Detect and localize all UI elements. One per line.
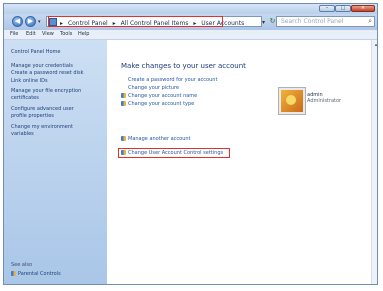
menu-view[interactable]: View — [42, 30, 54, 39]
title-bar: – □ × — [4, 4, 377, 14]
menu-edit[interactable]: Edit — [26, 30, 36, 39]
parental-controls-label: Parental Controls — [18, 271, 61, 277]
minimize-button[interactable]: – — [319, 5, 335, 12]
menu-file[interactable]: File — [10, 30, 18, 39]
task-manage-another-account[interactable]: Manage another account — [121, 136, 191, 142]
scroll-up-icon[interactable]: ▴ — [372, 42, 377, 48]
sidebar-item-file-encryption-line2[interactable]: certificates — [11, 95, 39, 101]
maximize-button[interactable]: □ — [335, 5, 351, 12]
task-label: Change your account name — [128, 93, 198, 99]
forward-button[interactable]: ▶ — [25, 16, 36, 27]
flower-picture-icon — [286, 95, 296, 105]
sidebar-item-file-encryption[interactable]: Manage your file encryption — [11, 88, 81, 94]
sidebar-item-online-ids[interactable]: Link online IDs — [11, 78, 48, 84]
sidebar-item-parental-controls[interactable]: Parental Controls — [11, 271, 61, 277]
see-also-heading: See also — [11, 262, 33, 268]
avatar — [279, 88, 305, 114]
navigation-bar: ◀ ▶ ▾ ▸ Control Panel ▸ All Control Pane… — [4, 14, 377, 30]
shield-icon — [121, 93, 126, 98]
vertical-scrollbar[interactable]: ▴ — [371, 40, 377, 284]
sidebar-item-home[interactable]: Control Panel Home — [11, 49, 61, 55]
uac-highlight-box — [118, 148, 230, 158]
close-button[interactable]: × — [351, 5, 375, 12]
shield-icon — [121, 136, 126, 141]
address-dropdown-icon[interactable]: ▾ — [262, 19, 265, 26]
recent-pages-chevron-icon[interactable]: ▾ — [38, 19, 41, 25]
shield-icon — [11, 271, 16, 276]
task-create-password[interactable]: Create a password for your account — [128, 77, 217, 83]
task-label: Manage another account — [128, 136, 191, 142]
shield-icon — [121, 101, 126, 106]
sidebar-item-profile-properties-line2[interactable]: profile properties — [11, 113, 54, 119]
sidebar-item-credentials[interactable]: Manage your credentials — [11, 63, 73, 69]
sidebar-item-profile-properties[interactable]: Configure advanced user — [11, 106, 74, 112]
menu-help[interactable]: Help — [78, 30, 89, 39]
sidebar-item-environment-line2[interactable]: variables — [11, 131, 34, 137]
back-button[interactable]: ◀ — [12, 16, 23, 27]
task-change-account-name[interactable]: Change your account name — [121, 93, 197, 99]
sidebar-item-reset-disk[interactable]: Create a password reset disk — [11, 70, 84, 76]
user-role: Administrator — [307, 98, 342, 104]
search-input[interactable]: Search Control Panel ⌕ — [276, 16, 375, 27]
sidebar-item-environment[interactable]: Change my environment — [11, 124, 73, 130]
menu-bar: File Edit View Tools Help — [4, 30, 377, 40]
page-title: Make changes to your user account — [121, 62, 246, 70]
task-change-picture[interactable]: Change your picture — [128, 85, 179, 91]
search-icon[interactable]: ⌕ — [368, 17, 372, 26]
task-change-account-type[interactable]: Change your account type — [121, 101, 194, 107]
sidebar: Control Panel Home Manage your credentia… — [4, 40, 107, 284]
search-placeholder: Search Control Panel — [281, 18, 344, 25]
control-panel-window: – □ × ◀ ▶ ▾ ▸ Control Panel ▸ All Contro… — [3, 3, 378, 285]
task-label: Change your account type — [128, 101, 195, 107]
address-highlight-box — [48, 16, 223, 27]
main-content: Make changes to your user account Create… — [107, 40, 377, 284]
menu-tools[interactable]: Tools — [60, 30, 72, 39]
